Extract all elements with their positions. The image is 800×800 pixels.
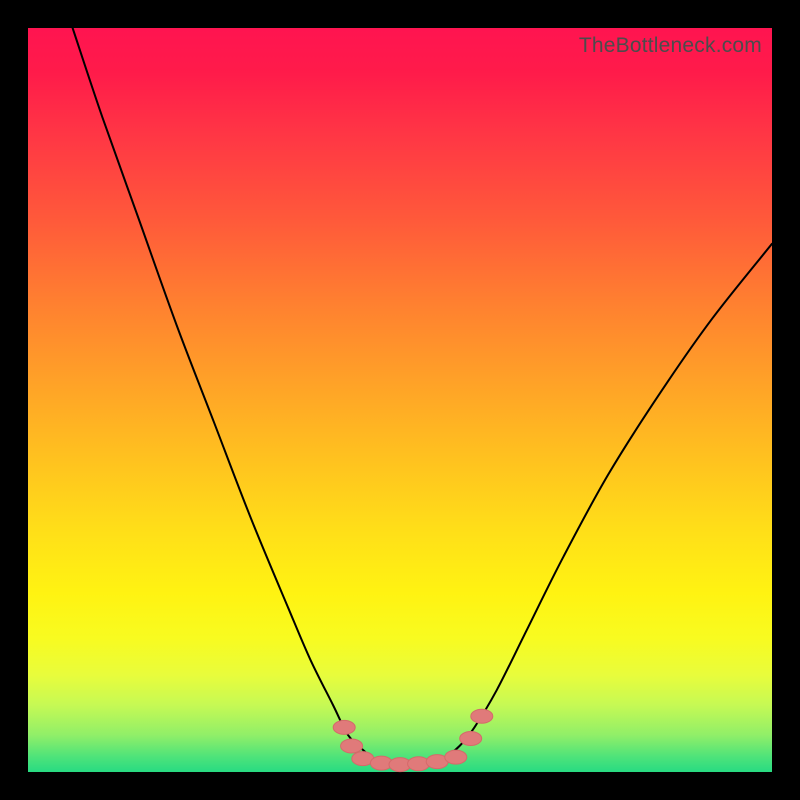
plot-area: TheBottleneck.com: [28, 28, 772, 772]
trough-marker: [333, 720, 355, 734]
outer-frame: TheBottleneck.com: [0, 0, 800, 800]
chart-svg: [28, 28, 772, 772]
trough-marker: [445, 750, 467, 764]
bottleneck-curve: [73, 28, 772, 765]
trough-markers: [333, 709, 493, 771]
trough-marker: [341, 739, 363, 753]
trough-marker: [471, 709, 493, 723]
trough-marker: [460, 732, 482, 746]
